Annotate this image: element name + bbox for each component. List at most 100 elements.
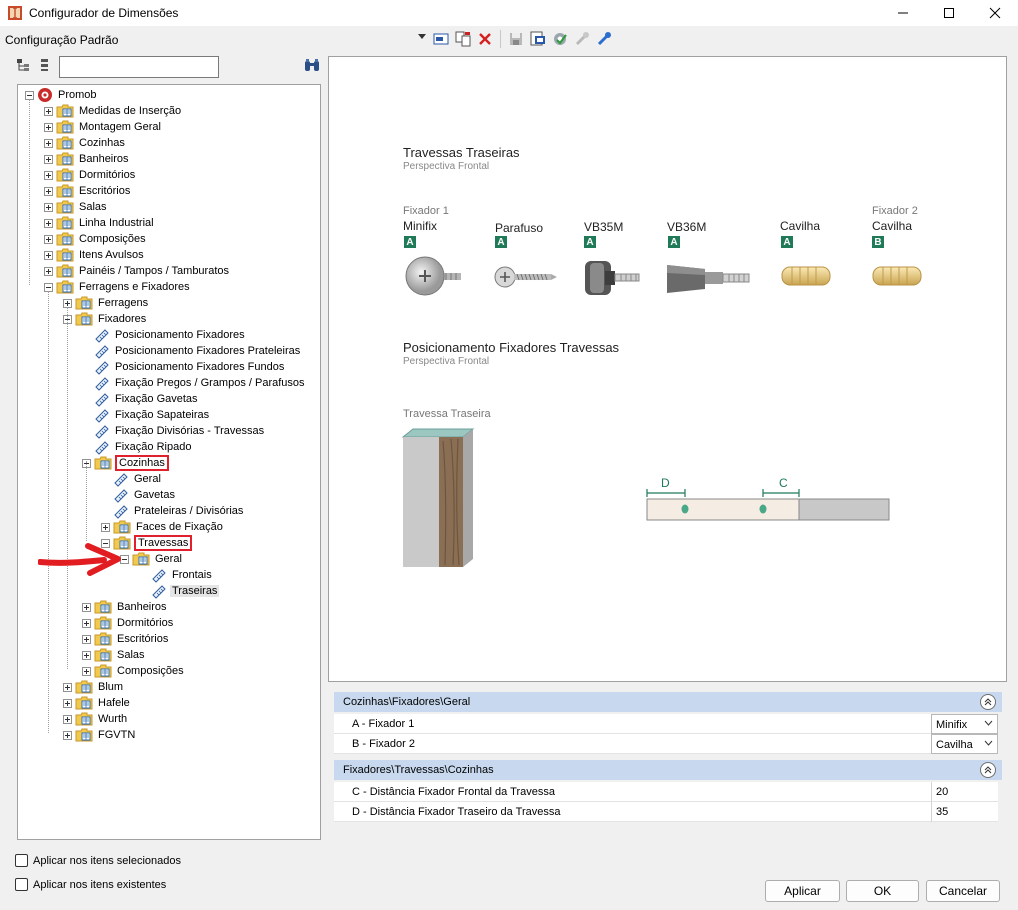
expand-icon[interactable] xyxy=(44,106,53,116)
collapse-group-button[interactable] xyxy=(980,694,996,710)
tree-node[interactable]: Frontais xyxy=(139,567,214,583)
dist-traseiro-input[interactable]: 35 xyxy=(931,802,998,822)
tree-node[interactable]: Posicionamento Fixadores Fundos xyxy=(82,359,286,375)
expand-icon[interactable] xyxy=(63,682,72,692)
expand-icon[interactable] xyxy=(101,522,110,532)
tree-node[interactable]: Gavetas xyxy=(101,487,177,503)
expand-icon[interactable] xyxy=(44,218,53,228)
copy-config-button[interactable] xyxy=(454,30,472,48)
expand-icon[interactable] xyxy=(44,266,53,276)
tree-node[interactable]: Medidas de Inserção xyxy=(44,103,183,119)
tree-node[interactable]: Dormitórios xyxy=(44,167,137,183)
tree-node[interactable]: Fixadores xyxy=(63,311,148,327)
tree-node[interactable]: Composições xyxy=(44,231,148,247)
expand-icon[interactable] xyxy=(44,250,53,260)
tool-disabled-button[interactable] xyxy=(573,30,591,48)
expand-icon[interactable] xyxy=(44,186,53,196)
expand-icon[interactable] xyxy=(82,650,91,660)
tree-node[interactable]: Fixação Divisórias - Travessas xyxy=(82,423,266,439)
tree-node[interactable]: Salas xyxy=(44,199,109,215)
maximize-button[interactable] xyxy=(926,0,972,26)
collapse-group-button[interactable] xyxy=(980,762,996,778)
apply-existing-checkbox[interactable] xyxy=(15,878,28,891)
tree-node[interactable]: Ferragens xyxy=(63,295,150,311)
group-header-travessas[interactable]: Fixadores\Travessas\Cozinhas xyxy=(334,760,1002,780)
ruler-icon xyxy=(95,361,109,375)
expand-icon[interactable] xyxy=(44,122,53,132)
tree-node[interactable]: Prateleiras / Divisórias xyxy=(101,503,245,519)
export-button[interactable] xyxy=(529,30,547,48)
tree-node[interactable]: Blum xyxy=(63,679,125,695)
apply-existing-option[interactable]: Aplicar nos itens existentes xyxy=(15,878,166,891)
config-dropdown-icon[interactable] xyxy=(418,34,426,40)
apply-selected-checkbox[interactable] xyxy=(15,854,28,867)
dist-frontal-input[interactable]: 20 xyxy=(931,782,998,802)
tree-node[interactable]: Cozinhas xyxy=(44,135,127,151)
expand-icon[interactable] xyxy=(63,730,72,740)
validate-button[interactable] xyxy=(551,30,569,48)
group-header-geral[interactable]: Cozinhas\Fixadores\Geral xyxy=(334,692,1002,712)
tree-node[interactable]: Fixação Sapateiras xyxy=(82,407,211,423)
tree-node[interactable]: Itens Avulsos xyxy=(44,247,146,263)
tree-node[interactable]: Fixação Pregos / Grampos / Parafusos xyxy=(82,375,307,391)
property-row[interactable]: C - Distância Fixador Frontal da Travess… xyxy=(334,782,998,802)
tree-node[interactable]: Cozinhas xyxy=(82,455,169,471)
tree-node[interactable]: Banheiros xyxy=(82,599,169,615)
minimize-button[interactable] xyxy=(880,0,926,26)
property-row[interactable]: D - Distância Fixador Traseiro da Traves… xyxy=(334,802,998,822)
tool-button[interactable] xyxy=(595,30,613,48)
tree-node[interactable]: Escritórios xyxy=(82,631,170,647)
expand-icon[interactable] xyxy=(63,698,72,708)
search-button[interactable] xyxy=(304,58,320,75)
ok-button[interactable]: OK xyxy=(846,880,919,902)
tree-search-input[interactable] xyxy=(59,56,219,78)
expand-icon[interactable] xyxy=(44,202,53,212)
tree-node[interactable]: Salas xyxy=(82,647,147,663)
rename-config-button[interactable] xyxy=(432,30,450,48)
tree-node[interactable]: Escritórios xyxy=(44,183,132,199)
tree-node[interactable]: Montagem Geral xyxy=(44,119,163,135)
tree-node[interactable]: Posicionamento Fixadores xyxy=(82,327,247,343)
ruler-icon xyxy=(114,489,128,503)
save-button[interactable] xyxy=(507,30,525,48)
expand-icon[interactable] xyxy=(44,154,53,164)
apply-button[interactable]: Aplicar xyxy=(765,880,840,902)
tree-node[interactable]: Geral xyxy=(120,551,184,567)
cancel-button[interactable]: Cancelar xyxy=(926,880,1000,902)
tree-node[interactable]: Faces de Fixação xyxy=(101,519,225,535)
property-row[interactable]: B - Fixador 2 Cavilha xyxy=(334,734,998,754)
tree-view[interactable]: Promob Medidas de Inserção Montagem Geral C… xyxy=(17,84,321,840)
close-button[interactable] xyxy=(972,0,1018,26)
expand-icon[interactable] xyxy=(44,234,53,244)
position-diagram xyxy=(646,489,890,521)
collapse-tree-button[interactable] xyxy=(36,56,54,74)
expand-icon[interactable] xyxy=(63,714,72,724)
tree-node[interactable]: Linha Industrial xyxy=(44,215,156,231)
tree-node[interactable]: FGVTN xyxy=(63,727,137,743)
expand-icon[interactable] xyxy=(82,602,91,612)
tree-node[interactable]: Banheiros xyxy=(44,151,131,167)
expand-icon[interactable] xyxy=(82,666,91,676)
expand-icon[interactable] xyxy=(44,138,53,148)
apply-selected-option[interactable]: Aplicar nos itens selecionados xyxy=(15,854,181,867)
expand-tree-button[interactable] xyxy=(14,56,32,74)
fixador2-select[interactable]: Cavilha xyxy=(931,734,998,754)
tree-node[interactable]: Fixação Gavetas xyxy=(82,391,200,407)
delete-config-button[interactable] xyxy=(476,30,494,48)
tree-node[interactable]: Composições xyxy=(82,663,186,679)
property-row[interactable]: A - Fixador 1 Minifix xyxy=(334,714,998,734)
tree-node[interactable]: Promob xyxy=(25,87,99,103)
tree-node[interactable]: Posicionamento Fixadores Prateleiras xyxy=(82,343,302,359)
tree-node[interactable]: Wurth xyxy=(63,711,129,727)
tree-node[interactable]: Traseiras xyxy=(139,583,220,599)
fixador1-select[interactable]: Minifix xyxy=(931,714,998,734)
tree-node[interactable]: Dormitórios xyxy=(82,615,175,631)
tree-node[interactable]: Ferragens e Fixadores xyxy=(44,279,192,295)
tree-node[interactable]: Hafele xyxy=(63,695,132,711)
tree-node[interactable]: Fixação Ripado xyxy=(82,439,193,455)
expand-icon[interactable] xyxy=(82,634,91,644)
tree-node[interactable]: Geral xyxy=(101,471,163,487)
expand-icon[interactable] xyxy=(82,618,91,628)
tree-node[interactable]: Painéis / Tampos / Tamburatos xyxy=(44,263,231,279)
expand-icon[interactable] xyxy=(44,170,53,180)
